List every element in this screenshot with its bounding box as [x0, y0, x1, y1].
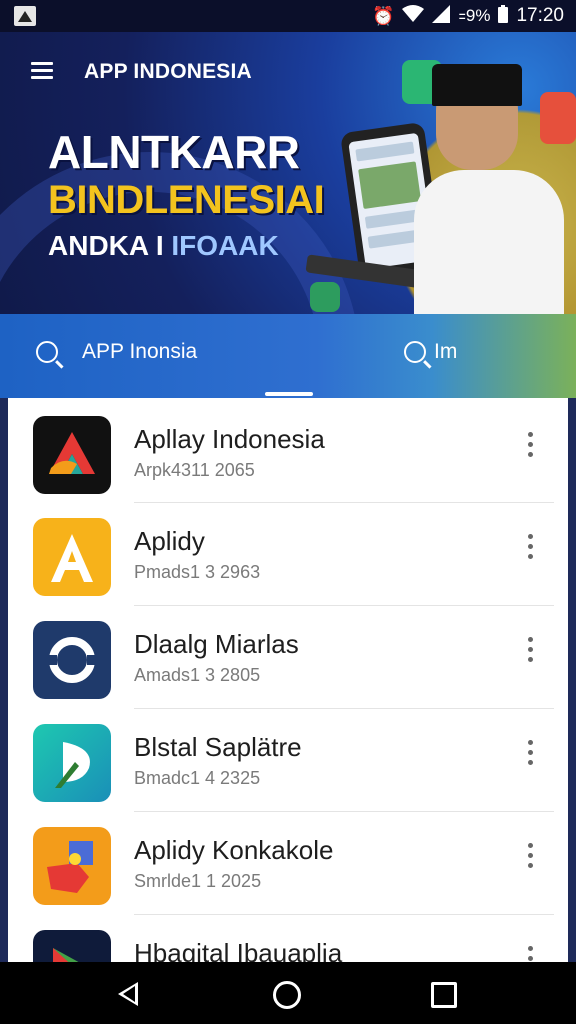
hero-banner[interactable]: APP INDONESIA ALNTKARR BINDLENESIAI ANDK…	[0, 32, 576, 314]
more-vert-icon[interactable]	[526, 432, 536, 460]
recent-apps-icon[interactable]	[431, 982, 457, 1008]
more-vert-icon[interactable]	[526, 534, 536, 562]
search-tab-other[interactable]: Im	[404, 340, 457, 364]
app-logo-ring-icon	[33, 621, 111, 699]
app-subtitle: Amads1 3 2805	[134, 665, 261, 685]
banner-line-3b: IFOAAK	[171, 230, 279, 261]
app-title: APP INDONESIA	[84, 60, 252, 83]
more-vert-icon[interactable]	[526, 740, 536, 768]
clock: 17:20	[516, 5, 564, 26]
search-tab-label: Im	[434, 340, 458, 363]
app-title: Apllay Indonesia	[134, 424, 325, 454]
search-icon	[404, 341, 426, 363]
app-subtitle: Pmads1 3 2963	[134, 562, 261, 582]
app-title: Blstal Saplätre	[134, 732, 302, 762]
battery-icon	[498, 4, 509, 28]
person-photo	[414, 52, 564, 314]
search-tab-app[interactable]: APP Inonsia	[36, 340, 197, 364]
banner-line-1: ALNTKARR	[48, 126, 300, 178]
navigation-bar	[0, 962, 576, 1024]
list-item[interactable]: Hbagital Ibauaplia	[8, 912, 568, 964]
app-subtitle: Arpk4311 2065	[134, 460, 255, 480]
app-logo-letter-a-icon	[33, 518, 111, 596]
list-item[interactable]: Aplidy Konkakole Smrlde1 1 2025	[8, 809, 568, 911]
app-title: Dlaalg Miarlas	[134, 629, 299, 659]
search-tab-label: APP Inonsia	[82, 340, 198, 363]
app-subtitle: Smrlde1 1 2025	[134, 871, 262, 891]
list-item[interactable]: Dlaalg Miarlas Amads1 3 2805	[8, 603, 568, 705]
app-logo-puzzle-icon	[33, 827, 111, 905]
tab-indicator	[265, 392, 313, 396]
banner-headline: ALNTKARR BINDLENESIAI ANDKA I IFOAAK	[48, 126, 325, 264]
search-strip: APP Inonsia Im	[0, 314, 576, 398]
list-item[interactable]: Apllay Indonesia Arpk4311 2065	[8, 398, 568, 500]
menu-icon[interactable]	[31, 62, 53, 80]
more-vert-icon[interactable]	[526, 637, 536, 665]
app-logo-leaf-icon	[33, 724, 111, 802]
app-subtitle: Bmadc1 4 2325	[134, 768, 261, 788]
alarm-icon: ⏰	[372, 5, 395, 26]
app-logo-triangle-icon	[33, 416, 111, 494]
banner-line-3a: ANDKA I	[48, 230, 164, 261]
battery-level: ꞊9%	[458, 6, 491, 25]
back-icon[interactable]	[118, 982, 138, 1006]
game-tile-icon	[310, 282, 340, 312]
app-title: Aplidy	[134, 526, 205, 556]
app-list: Apllay Indonesia Arpk4311 2065 Aplidy Pm…	[8, 398, 568, 964]
app-title: Aplidy Konkakole	[134, 835, 334, 865]
app-title: Hbagital Ibauaplia	[134, 938, 343, 964]
search-icon	[36, 341, 58, 363]
more-vert-icon[interactable]	[526, 843, 536, 871]
status-bar: ⏰ ꞊9% 17:20	[0, 0, 576, 32]
home-icon[interactable]	[273, 981, 301, 1009]
list-item[interactable]: Aplidy Pmads1 3 2963	[8, 500, 568, 602]
banner-line-3: ANDKA I IFOAAK	[48, 228, 324, 264]
signal-icon	[432, 4, 451, 28]
app-logo-play-icon	[33, 930, 111, 964]
banner-line-2: BINDLENESIAI	[48, 178, 325, 222]
notification-icon	[14, 6, 36, 26]
list-item[interactable]: Blstal Saplätre Bmadc1 4 2325	[8, 706, 568, 808]
wifi-icon	[402, 4, 425, 28]
